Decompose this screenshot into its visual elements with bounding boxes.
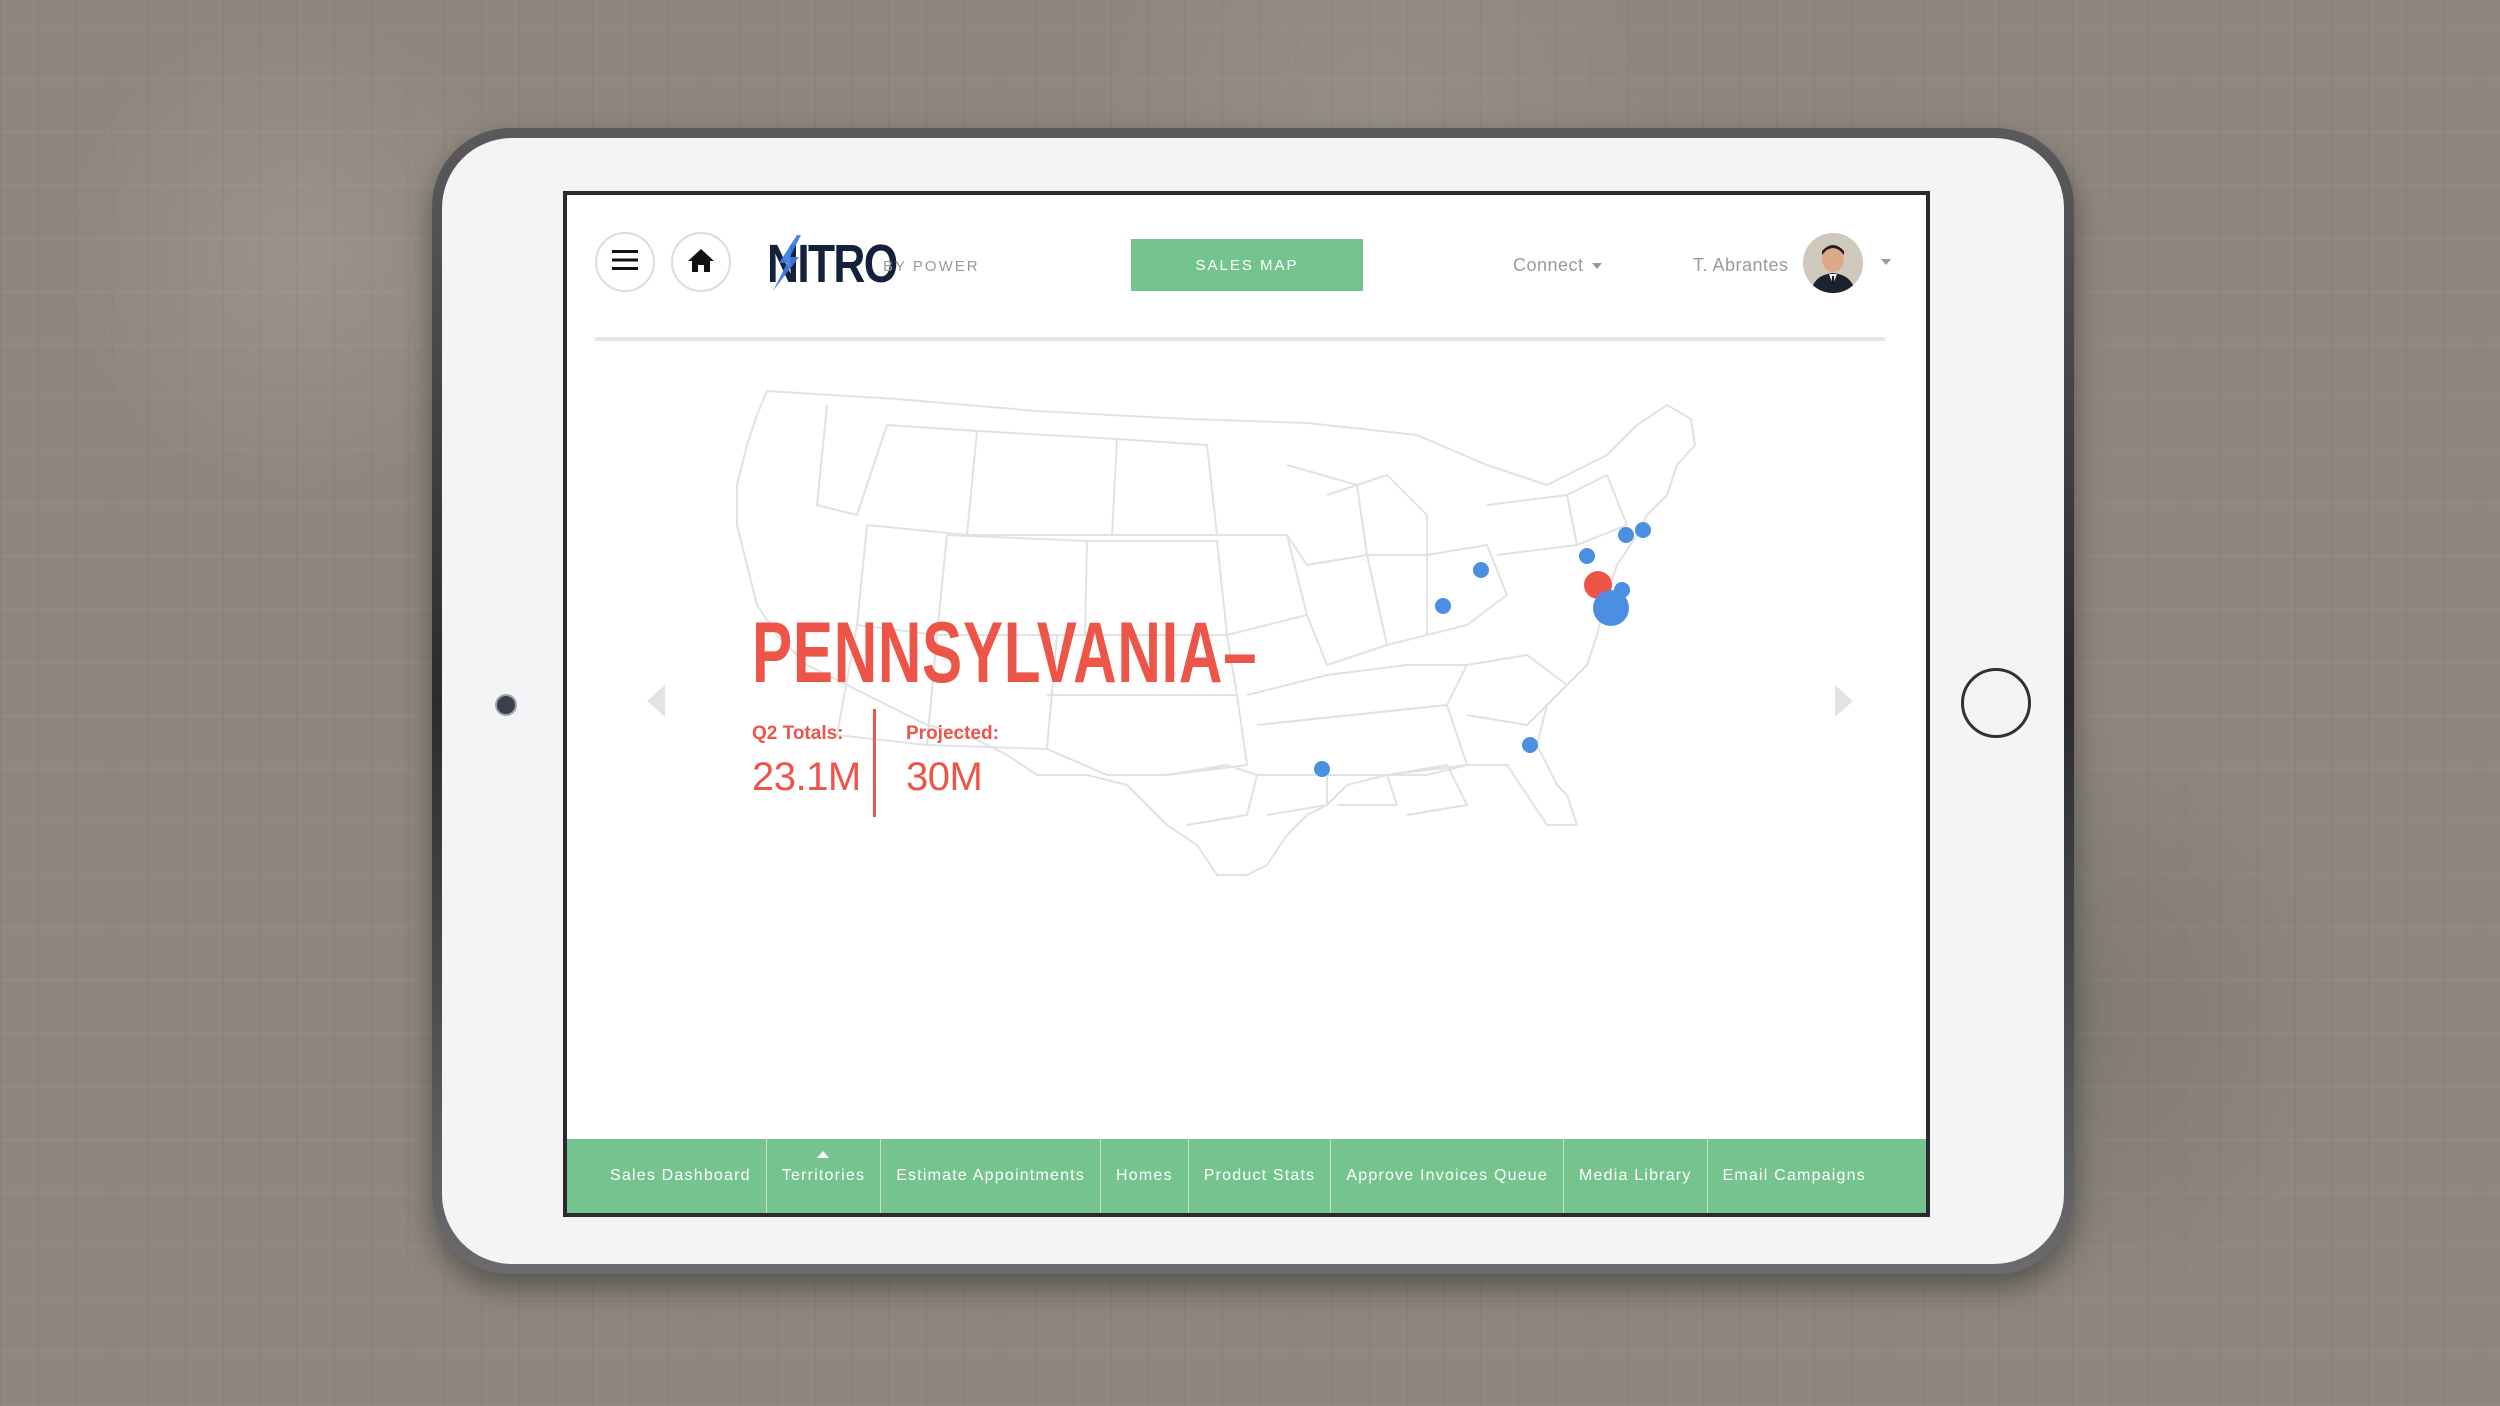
map-marker[interactable]: [1618, 527, 1634, 543]
nav-item-label: Estimate Appointments: [896, 1167, 1086, 1184]
nav-estimate-appointments[interactable]: Estimate Appointments: [881, 1139, 1102, 1213]
nav-item-label: Approve Invoices Queue: [1346, 1167, 1548, 1184]
nav-sales-dashboard[interactable]: Sales Dashboard: [595, 1139, 767, 1213]
map-marker[interactable]: [1522, 737, 1538, 753]
map-marker[interactable]: [1593, 590, 1629, 626]
home-button[interactable]: [671, 232, 731, 292]
nav-item-label: Homes: [1116, 1167, 1173, 1184]
map-marker[interactable]: [1473, 562, 1489, 578]
map-marker[interactable]: [1635, 522, 1651, 538]
active-indicator-icon: [817, 1151, 830, 1158]
nav-item-label: Media Library: [1579, 1167, 1692, 1184]
q2-totals-label: Q2 Totals:: [752, 723, 844, 744]
hamburger-icon: [612, 249, 638, 276]
nav-approve-invoices-queue[interactable]: Approve Invoices Queue: [1331, 1139, 1564, 1213]
nav-item-label: Email Campaigns: [1722, 1167, 1866, 1184]
nav-territories[interactable]: Territories: [767, 1139, 882, 1213]
nav-email-campaigns[interactable]: Email Campaigns: [1708, 1139, 1881, 1213]
home-icon: [687, 247, 715, 278]
selected-state-title: PENNSYLVANIA–: [752, 605, 1258, 701]
next-arrow-icon[interactable]: [1833, 683, 1855, 724]
nav-item-label: Sales Dashboard: [610, 1167, 751, 1184]
projected-value: 30M: [906, 755, 983, 799]
projected-label: Projected:: [906, 723, 999, 744]
logo-subtitle: BY POWER: [883, 258, 980, 275]
connect-label: Connect: [1513, 255, 1584, 275]
nav-item-label: Territories: [781, 1167, 866, 1184]
chevron-down-icon: [1591, 263, 1602, 270]
front-camera: [495, 694, 517, 716]
nav-product-stats[interactable]: Product Stats: [1189, 1139, 1332, 1213]
nav-item-label: Product Stats: [1203, 1167, 1316, 1184]
connect-dropdown[interactable]: Connect: [1513, 255, 1602, 276]
app-screen: NITRO BY POWER SALES MAP Connect T. Abra…: [563, 191, 1930, 1217]
map-marker[interactable]: [1314, 761, 1330, 777]
nav-homes[interactable]: Homes: [1101, 1139, 1189, 1213]
user-photo: [1803, 233, 1863, 293]
user-menu-chevron-icon[interactable]: [1881, 259, 1891, 265]
header-divider: [595, 337, 1885, 341]
user-name: T. Abrantes: [1693, 255, 1789, 275]
menu-button[interactable]: [595, 232, 655, 292]
map-marker[interactable]: [1435, 598, 1451, 614]
stats-divider: [873, 709, 876, 817]
map-marker[interactable]: [1579, 548, 1595, 564]
top-bar: NITRO BY POWER SALES MAP Connect T. Abra…: [567, 195, 1926, 345]
lightning-bolt-icon: [767, 233, 807, 298]
previous-arrow-icon[interactable]: [645, 683, 667, 724]
q2-totals-value: 23.1M: [752, 755, 861, 799]
device-home-button[interactable]: [1961, 668, 2031, 738]
bottom-navigation: Sales Dashboard Territories Estimate App…: [567, 1139, 1926, 1213]
map-markers: [1314, 522, 1651, 777]
nav-media-library[interactable]: Media Library: [1564, 1139, 1708, 1213]
avatar[interactable]: [1803, 233, 1863, 293]
sales-map-button[interactable]: SALES MAP: [1131, 239, 1363, 291]
